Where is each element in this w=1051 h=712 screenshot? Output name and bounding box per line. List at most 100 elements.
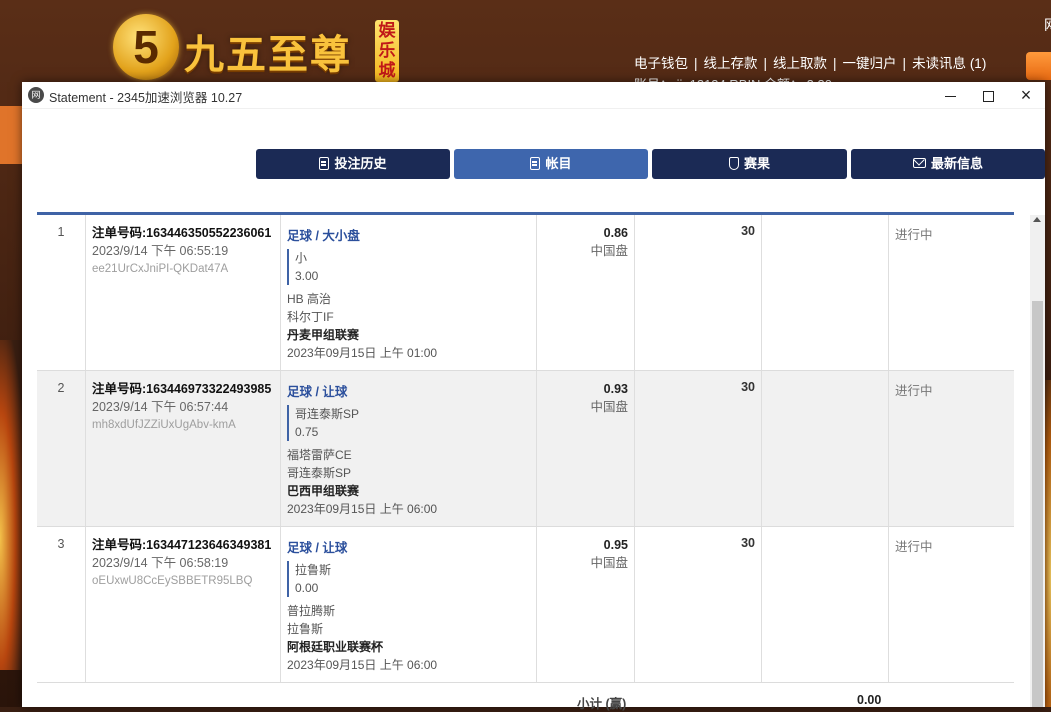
scroll-thumb[interactable] [1032, 301, 1043, 707]
handicap: 0.75 [295, 425, 319, 439]
away-team: 科尔丁IF [287, 310, 334, 324]
tab-latest-news[interactable]: 最新信息 [851, 149, 1045, 179]
subtotal-row: 小计 (赢) 0.00 [37, 683, 1014, 711]
nav-withdraw-link[interactable]: 线上取款 [773, 56, 827, 71]
ticket-cell: 注单号码:163447123646349381 2023/9/14 下午 06:… [86, 527, 281, 682]
table-row: 3 注单号码:163447123646349381 2023/9/14 下午 0… [37, 527, 1014, 683]
decorative-art-left [0, 340, 24, 670]
header-action-button[interactable] [1026, 52, 1051, 80]
doc-icon [319, 157, 330, 170]
ticket-number: 注单号码:163446973322493985 [92, 382, 272, 396]
status-cell: 进行中 [895, 228, 933, 242]
ledger-icon [530, 157, 541, 170]
selection-cell: 足球 / 让球 哥连泰斯SP 0.75 福塔雷萨CE 哥连泰斯SP 巴西甲组联赛… [281, 371, 537, 526]
logo-emblem: 5 [113, 14, 179, 80]
odds-value: 0.95 [603, 538, 628, 552]
pick: 小 [295, 251, 308, 265]
match-time: 2023年09月15日 上午 06:00 [287, 658, 438, 672]
ticket-code: ee21UrCxJniPI-QKDat47A [92, 263, 229, 275]
odds-type: 中国盘 [590, 244, 628, 258]
logo-badge: 娱乐城 [375, 20, 399, 82]
close-icon: × [1020, 85, 1032, 105]
league-name: 阿根廷职业联赛杯 [287, 640, 384, 654]
odds-cell: 0.93 中国盘 [537, 371, 635, 526]
row-index: 1 [37, 215, 86, 370]
scroll-up-arrow-icon[interactable] [1033, 217, 1041, 222]
pick-box: 小 3.00 [287, 249, 536, 285]
stake-cell: 30 [635, 215, 762, 370]
table-row: 2 注单号码:163446973322493985 2023/9/14 下午 0… [37, 371, 1014, 527]
stake-cell: 30 [635, 371, 762, 526]
site-header: 5 九五至尊 娱乐城 电子钱包 | 线上存款 | 线上取款 | 一键归户 | 未读讯息 (1) … [0, 0, 1051, 92]
vertical-scrollbar[interactable] [1030, 215, 1045, 707]
window-titlebar[interactable]: 网 Statement - 2345加速浏览器 10.27 × [22, 82, 1045, 109]
subtotal-value: 0.00 [857, 693, 882, 707]
statement-window: 网 Statement - 2345加速浏览器 10.27 × 投注历史 帐目 … [22, 82, 1045, 711]
home-team: 普拉腾斯 [287, 604, 336, 618]
row-index: 3 [37, 527, 86, 682]
minimize-button[interactable] [932, 82, 968, 108]
nav-separator: | [902, 56, 907, 71]
home-team: HB 高治 [287, 292, 332, 306]
odds-value: 0.93 [603, 382, 628, 396]
sport-market: 足球 / 大小盘 [287, 229, 360, 243]
odds-cell: 0.86 中国盘 [537, 215, 635, 370]
ticket-code: oEUxwU8CcEySBBETR95LBQ [92, 575, 253, 587]
sport-market: 足球 / 让球 [287, 541, 348, 555]
nav-separator: | [763, 56, 768, 71]
winloss-cell [762, 527, 889, 682]
pick: 哥连泰斯SP [295, 407, 360, 421]
maximize-button[interactable] [970, 82, 1006, 108]
placed-time: 2023/9/14 下午 06:57:44 [92, 400, 229, 414]
tab-label: 帐目 [545, 156, 572, 171]
nav-separator: | [833, 56, 837, 71]
nav-separator: | [694, 56, 698, 71]
selection-cell: 足球 / 让球 拉鲁斯 0.00 普拉腾斯 拉鲁斯 阿根廷职业联赛杯 2023年… [281, 527, 537, 682]
pick-box: 拉鲁斯 0.00 [287, 561, 536, 597]
ticket-cell: 注单号码:163446350552236061 2023/9/14 下午 06:… [86, 215, 281, 370]
stake-cell: 30 [635, 527, 762, 682]
tab-statement[interactable]: 帐目 [454, 149, 648, 179]
pick-box: 哥连泰斯SP 0.75 [287, 405, 536, 441]
winloss-cell [762, 215, 889, 370]
nav-wallet-link[interactable]: 电子钱包 [634, 56, 688, 71]
logo-text: 九五至尊 [184, 31, 352, 78]
trophy-icon [728, 157, 739, 170]
close-button[interactable]: × [1008, 82, 1044, 108]
home-team: 福塔雷萨CE [287, 448, 352, 462]
nav-deposit-link[interactable]: 线上存款 [704, 56, 758, 71]
odds-cell: 0.95 中国盘 [537, 527, 635, 682]
tab-bet-history[interactable]: 投注历史 [256, 149, 450, 179]
winloss-cell [762, 371, 889, 526]
side-banner [0, 106, 22, 164]
tab-results[interactable]: 赛果 [652, 149, 847, 179]
ticket-number: 注单号码:163446350552236061 [92, 226, 272, 240]
status-cell: 进行中 [895, 540, 933, 554]
away-team: 拉鲁斯 [287, 622, 324, 636]
nav-unread-messages-link[interactable]: 未读讯息 (1) [912, 56, 986, 71]
pick: 拉鲁斯 [295, 563, 332, 577]
ticket-number: 注单号码:163447123646349381 [92, 538, 272, 552]
status-cell: 进行中 [895, 384, 933, 398]
sport-market: 足球 / 让球 [287, 385, 348, 399]
mail-icon [912, 158, 926, 168]
window-title: Statement - 2345加速浏览器 10.27 [49, 91, 243, 105]
header-corner-text: 网 [1044, 15, 1051, 35]
league-name: 丹麦甲组联赛 [287, 328, 360, 342]
maximize-icon [982, 90, 994, 102]
minimize-icon [944, 95, 956, 97]
placed-time: 2023/9/14 下午 06:55:19 [92, 244, 229, 258]
browser-app-icon: 网 [28, 87, 44, 103]
match-time: 2023年09月15日 上午 01:00 [287, 346, 438, 360]
selection-cell: 足球 / 大小盘 小 3.00 HB 高治 科尔丁IF 丹麦甲组联赛 2023年… [281, 215, 537, 370]
tab-label: 投注历史 [334, 156, 387, 171]
odds-type: 中国盘 [590, 556, 628, 570]
away-team: 哥连泰斯SP [287, 466, 352, 480]
odds-value: 0.86 [603, 226, 628, 240]
nav-consolidate-link[interactable]: 一键归户 [843, 56, 897, 71]
table-row: 1 注单号码:163446350552236061 2023/9/14 下午 0… [37, 215, 1014, 371]
ticket-cell: 注单号码:163446973322493985 2023/9/14 下午 06:… [86, 371, 281, 526]
ticket-code: mh8xdUfJZZiUxUgAbv-kmA [92, 419, 236, 431]
tab-label: 最新信息 [930, 156, 983, 171]
odds-type: 中国盘 [590, 400, 628, 414]
